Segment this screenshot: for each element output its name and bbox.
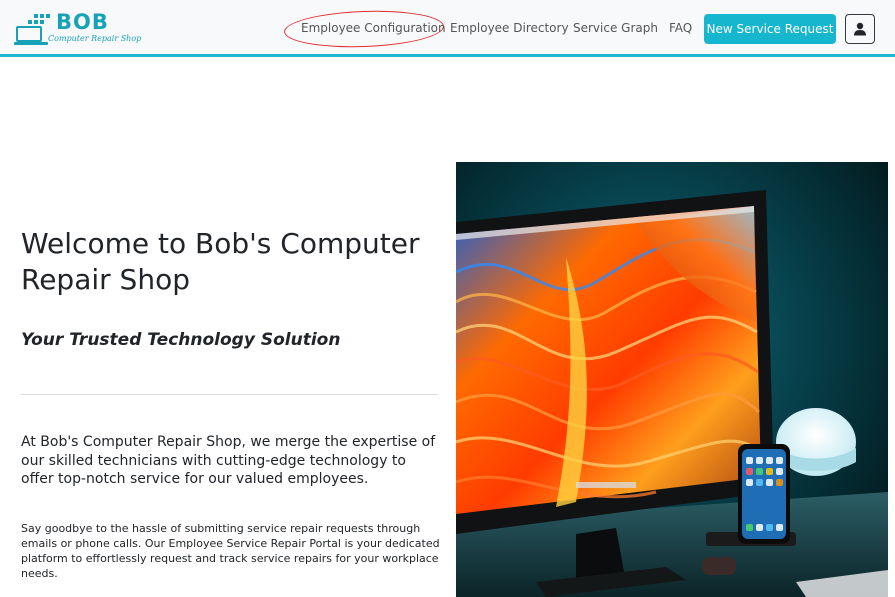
brand-name: BOB: [56, 10, 109, 34]
nav-employee-directory[interactable]: Employee Directory: [450, 20, 569, 36]
top-navbar: BOB Computer Repair Shop Employee Config…: [0, 0, 895, 57]
intro-lead-text: At Bob's Computer Repair Shop, we merge …: [21, 434, 436, 487]
user-icon: [854, 22, 866, 36]
nav-service-graph[interactable]: Service Graph: [573, 20, 658, 36]
page-subtitle: Your Trusted Technology Solution: [21, 330, 341, 350]
brand-logo[interactable]: BOB Computer Repair Shop: [14, 10, 141, 46]
divider: [21, 394, 438, 395]
user-menu-button[interactable]: [845, 14, 875, 44]
page-title: Welcome to Bob's Computer Repair Shop: [21, 227, 420, 296]
new-service-request-button[interactable]: New Service Request: [704, 14, 836, 44]
nav-faq[interactable]: FAQ: [669, 20, 692, 36]
intro-body-text: Say goodbye to the hassle of submitting …: [21, 522, 440, 580]
computer-logo-icon: [14, 14, 50, 45]
brand-tagline: Computer Repair Shop: [48, 34, 142, 43]
nav-employee-configuration[interactable]: Employee Configuration: [301, 20, 446, 36]
hero-image: [456, 162, 888, 597]
